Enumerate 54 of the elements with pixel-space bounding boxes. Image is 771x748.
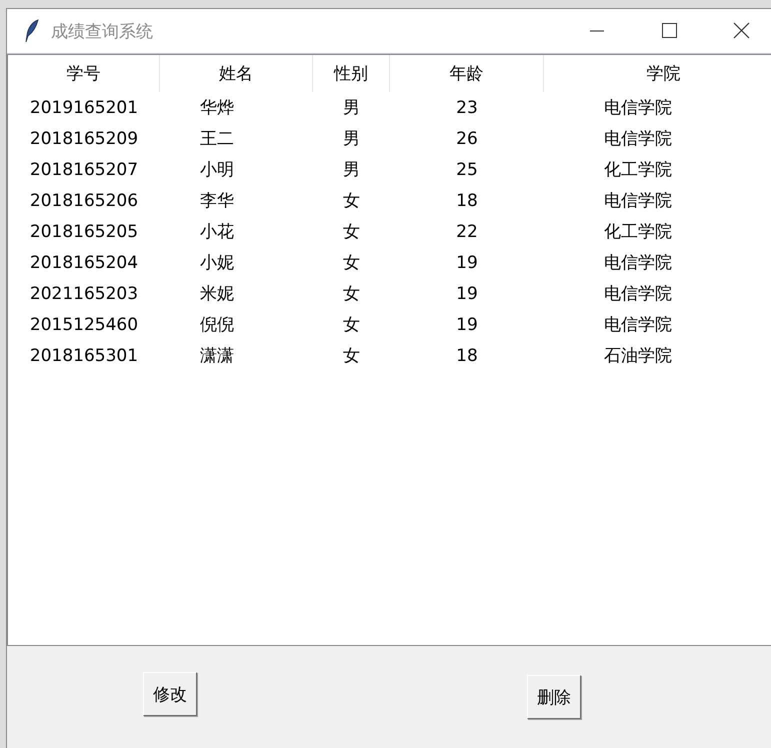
table-cell-text: 潇潇 <box>200 345 234 367</box>
table-cell-text: 电信学院 <box>604 283 672 305</box>
table-cell-text: 李华 <box>200 190 234 212</box>
table-cell-text: 女 <box>343 221 360 243</box>
table-cell: 2018165206 <box>30 190 138 210</box>
table-cell-text: 倪倪 <box>200 314 234 336</box>
table-cell-text: 男 <box>343 128 360 150</box>
table-cell: 23 <box>456 98 478 118</box>
column-header[interactable]: 年龄 <box>390 55 544 92</box>
column-header[interactable]: 学院 <box>544 55 771 92</box>
table-cell: 18 <box>456 346 478 366</box>
table-cell: 2018165205 <box>30 222 138 242</box>
delete-button[interactable]: 删除 <box>527 675 581 719</box>
table-cell-text: 化工学院 <box>604 159 672 181</box>
table-cell-text: 小妮 <box>200 252 234 274</box>
table-cell: 2018165207 <box>30 160 138 180</box>
table-cell-text: 电信学院 <box>604 190 672 212</box>
table-cell-text: 男 <box>343 159 360 181</box>
table-cell-text: 女 <box>343 190 360 212</box>
table-cell-text: 电信学院 <box>604 128 672 150</box>
table-cell-text: 女 <box>343 345 360 367</box>
column-header[interactable]: 学号 <box>8 55 160 92</box>
table-cell: 22 <box>456 222 478 242</box>
window-title: 成绩查询系统 <box>51 20 153 42</box>
table-cell-text: 化工学院 <box>604 221 672 243</box>
table-cell: 26 <box>456 128 478 148</box>
table-cell-text: 小明 <box>200 159 234 181</box>
table-cell-text: 女 <box>343 283 360 305</box>
table-cell: 18 <box>456 190 478 210</box>
table-cell: 2018165301 <box>30 346 138 366</box>
table-cell-text: 电信学院 <box>604 252 672 274</box>
feather-icon <box>23 19 41 43</box>
table-cell: 2019165201 <box>30 98 138 118</box>
table-cell: 19 <box>456 252 478 272</box>
edit-button[interactable]: 修改 <box>143 672 197 716</box>
table-cell-text: 女 <box>343 252 360 274</box>
table-cell: 19 <box>456 314 478 334</box>
table-cell-text: 王二 <box>200 128 234 150</box>
column-header[interactable]: 姓名 <box>160 55 313 92</box>
table-cell-text: 电信学院 <box>604 97 672 119</box>
table-cell: 2021165203 <box>30 284 138 304</box>
table-cell: 25 <box>456 160 478 180</box>
table-cell-text: 女 <box>343 314 360 336</box>
table-cell: 2018165204 <box>30 252 138 272</box>
table-cell-text: 电信学院 <box>604 314 672 336</box>
table-cell-text: 石油学院 <box>604 345 672 367</box>
table-cell-text: 小花 <box>200 221 234 243</box>
table-cell-text: 米妮 <box>200 283 234 305</box>
table-cell-text: 华烨 <box>200 97 234 119</box>
table-cell-text: 男 <box>343 97 360 119</box>
table-cell: 2018165209 <box>30 128 138 148</box>
table-cell: 2015125460 <box>30 314 138 334</box>
column-header[interactable]: 性别 <box>313 55 390 92</box>
table-cell: 19 <box>456 284 478 304</box>
